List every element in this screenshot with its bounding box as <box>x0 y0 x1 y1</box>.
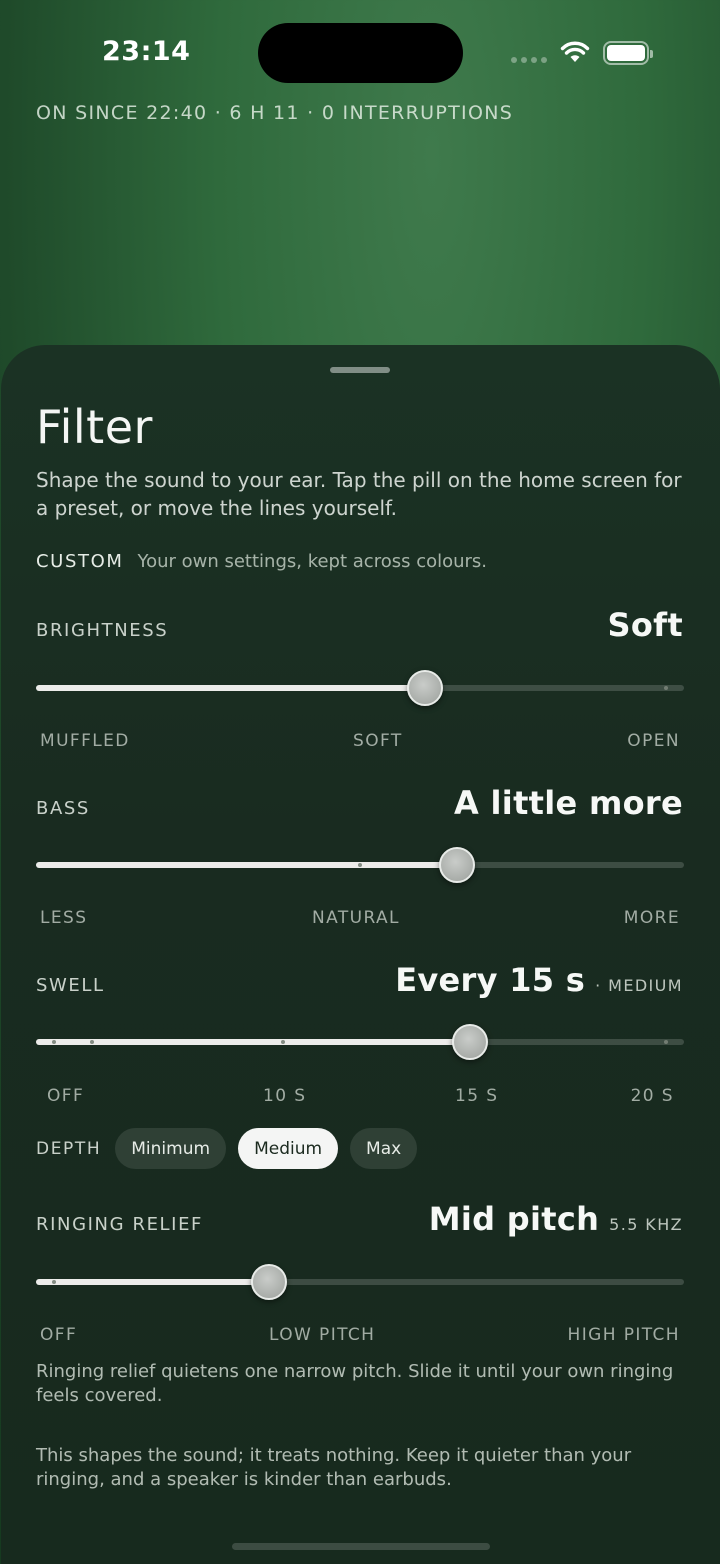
scale-label-off: OFF <box>40 1325 78 1345</box>
bass-scale: LESS NATURAL MORE <box>36 908 684 932</box>
bass-slider-thumb[interactable] <box>439 847 476 883</box>
bass-value: A little more <box>454 784 683 822</box>
scale-label-min: MUFFLED <box>40 731 130 751</box>
ringing-relief-label: RINGING RELIEF <box>36 1214 204 1235</box>
brightness-label: BRIGHTNESS <box>36 620 169 641</box>
swell-value-suffix: · MEDIUM <box>595 976 683 995</box>
bass-label: BASS <box>36 798 90 819</box>
swell-label: SWELL <box>36 975 105 996</box>
scale-label-max: OPEN <box>627 731 680 751</box>
slider-fill <box>36 685 425 691</box>
sheet-grabber[interactable] <box>330 367 390 373</box>
scale-label-10s: 10 S <box>263 1086 307 1106</box>
scale-label-low: LOW PITCH <box>269 1325 376 1345</box>
scale-label-high: HIGH PITCH <box>567 1325 680 1345</box>
slider-tick <box>281 1040 285 1044</box>
scale-label-20s: 20 S <box>630 1086 674 1106</box>
brightness-scale: MUFFLED SOFT OPEN <box>36 731 684 755</box>
ringing-relief-value: Mid pitch 5.5 KHZ <box>429 1200 683 1238</box>
slider-fill <box>36 1039 471 1045</box>
brightness-value-text: Soft <box>607 606 683 644</box>
brightness-slider-thumb[interactable] <box>406 670 443 706</box>
home-indicator[interactable] <box>232 1543 490 1550</box>
scale-label-max: MORE <box>623 908 680 928</box>
bass-slider[interactable] <box>36 845 684 885</box>
swell-slider-thumb[interactable] <box>452 1024 489 1060</box>
slider-tick <box>358 863 362 867</box>
depth-label: DEPTH <box>36 1138 102 1159</box>
slider-fill <box>36 862 458 868</box>
scale-label-off: OFF <box>47 1086 85 1106</box>
scale-label-15s: 15 S <box>455 1086 499 1106</box>
slider-tick <box>664 1040 668 1044</box>
depth-option-medium[interactable]: Medium <box>238 1128 339 1169</box>
scale-label-min: LESS <box>40 908 88 928</box>
bass-value-text: A little more <box>454 784 683 822</box>
brightness-value: Soft <box>608 606 683 644</box>
status-time: 23:14 <box>102 36 191 67</box>
depth-option-max[interactable]: Max <box>350 1128 418 1169</box>
sheet-title: Filter <box>36 400 153 454</box>
disclaimer-text: This shapes the sound; it treats nothing… <box>36 1445 632 1490</box>
ringing-relief-value-text: Mid pitch <box>428 1200 600 1238</box>
slider-tick <box>52 1040 56 1044</box>
preset-label: CUSTOM <box>36 551 124 572</box>
ringing-relief-note: Ringing relief quietens one narrow pitch… <box>36 1361 674 1406</box>
depth-option-minimum[interactable]: Minimum <box>115 1128 227 1169</box>
battery-icon <box>603 41 653 65</box>
scale-label-mid: NATURAL <box>312 908 400 928</box>
dynamic-island <box>258 23 463 83</box>
swell-slider[interactable] <box>36 1022 684 1062</box>
ringing-relief-slider-thumb[interactable] <box>251 1264 288 1300</box>
wifi-icon <box>560 41 590 62</box>
session-summary: ON SINCE 22:40 · 6 H 11 · 0 INTERRUPTION… <box>36 102 514 124</box>
ringing-relief-frequency: 5.5 KHZ <box>609 1215 683 1234</box>
slider-fill <box>36 1279 270 1285</box>
preset-row: CUSTOM Your own settings, kept across co… <box>36 551 487 572</box>
signal-dots-icon <box>511 57 547 63</box>
depth-selector: DEPTH Minimum Medium Max <box>36 1128 418 1169</box>
sheet-description: Shape the sound to your ear. Tap the pil… <box>36 468 682 520</box>
slider-tick <box>52 1280 56 1284</box>
ringing-relief-slider[interactable] <box>36 1262 684 1302</box>
ringing-relief-scale: OFF LOW PITCH HIGH PITCH <box>36 1325 684 1349</box>
preset-note: Your own settings, kept across colours. <box>137 551 488 572</box>
status-bar: 23:14 <box>0 0 720 100</box>
swell-scale: OFF 10 S 15 S 20 S <box>36 1086 684 1110</box>
swell-value: Every 15 s · MEDIUM <box>395 961 683 999</box>
slider-tick <box>90 1040 94 1044</box>
scale-label-mid: SOFT <box>353 731 403 751</box>
slider-tick <box>664 686 668 690</box>
swell-value-text: Every 15 s <box>395 961 586 999</box>
brightness-slider[interactable] <box>36 668 684 708</box>
